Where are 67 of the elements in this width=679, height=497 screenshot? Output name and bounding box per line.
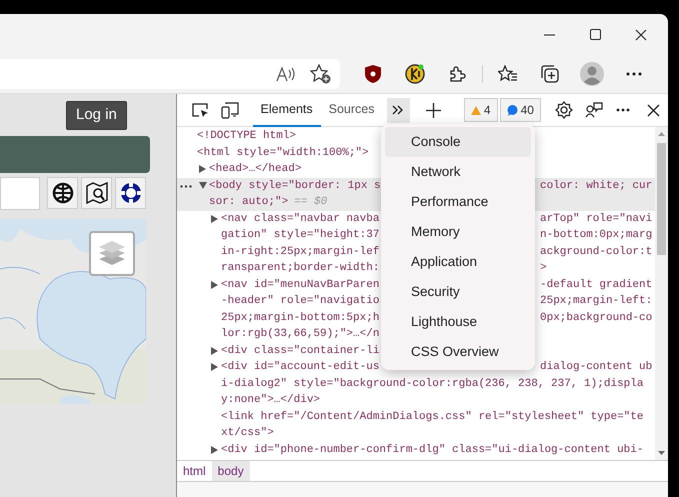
menu-item[interactable]: CSS Overview [385, 337, 531, 367]
selected-node-marker: == $0 [294, 195, 328, 210]
address-field[interactable] [0, 59, 340, 89]
map-search-button[interactable] [81, 177, 112, 209]
tab[interactable]: Elements [252, 94, 321, 126]
code-line: -header" role="navigatio [221, 294, 380, 309]
code-line: 25px;margin-left: [540, 294, 654, 309]
menu-item[interactable]: Performance [385, 187, 531, 217]
code-line: arTop" role="navi [540, 212, 654, 226]
warning-icon [470, 106, 481, 114]
dots-icon[interactable] [180, 184, 192, 188]
breadcrumb[interactable]: body [212, 461, 250, 481]
code-line: 0px;background-co [540, 310, 654, 326]
code-line: n-bottom:0px;marg [540, 228, 654, 243]
expanded-arrow-icon[interactable] [199, 182, 207, 190]
code-line: 25px;margin-bottom:5px;h [221, 310, 380, 326]
more-tabs-button[interactable] [386, 98, 410, 122]
code-line: xt/css"> [221, 426, 274, 441]
menu-item[interactable]: Application [385, 247, 531, 277]
code-line: <link href="/Content/AdminDialogs.css" rel="stylesheet" type="te [221, 410, 644, 424]
layers-icon [98, 240, 126, 266]
menu-item[interactable]: Security [385, 277, 531, 307]
code-line: <!DOCTYPE html> [197, 129, 296, 144]
code-line: in-right:25px;margin-lef [221, 244, 380, 260]
code-line: <body style="border: 1px s [209, 178, 381, 194]
code-line: color: white; cur [540, 178, 654, 194]
globe-button[interactable] [47, 177, 78, 209]
code-line: <div class="container-li [221, 344, 380, 358]
code-line: <head>…</head> [209, 162, 302, 177]
add-favorite-icon[interactable] [310, 64, 332, 84]
login-button[interactable]: Log in [66, 101, 127, 130]
code-line: ackground-color:t [540, 244, 654, 260]
maximize-icon [590, 29, 600, 40]
code-line: -default gradient [540, 278, 654, 292]
tab[interactable]: Sources [320, 94, 382, 126]
code-line: dialog-content ub [540, 360, 654, 375]
minimize-icon [544, 34, 554, 36]
message-icon [506, 104, 518, 116]
scrollbar-thumb[interactable] [657, 143, 666, 255]
code-line: <nav class="navbar navba [221, 212, 380, 226]
close-icon [635, 28, 647, 40]
code-line: i-dialog2" style="background-color:rgba(236, 238, 237, 1);displa [221, 376, 644, 392]
scrollbar[interactable] [655, 127, 668, 460]
code-line: lor:rgb(33,66,59);">…</n [221, 327, 380, 342]
code-line: <html style="width:100%;"> [197, 146, 369, 160]
double-chevron-icon [392, 105, 404, 115]
menu-item[interactable]: Lighthouse [385, 307, 531, 337]
collapsed-arrow-icon[interactable] [211, 214, 219, 223]
warnings-badge[interactable]: 4 [464, 98, 498, 122]
collapsed-arrow-icon[interactable] [211, 280, 219, 289]
messages-badge[interactable]: 40 [500, 98, 541, 122]
code-line: <nav id="menuNavBarParen [221, 278, 380, 292]
collapsed-arrow-icon[interactable] [211, 446, 219, 454]
breadcrumb[interactable]: html [177, 461, 212, 481]
code-line: <div id="phone-number-confirm-dlg" class="ui-dialog-content ubi- [221, 442, 644, 458]
code-line: <div id="account-edit-us [221, 360, 380, 375]
code-line: y:none">…</div> [221, 393, 320, 408]
menu-item[interactable]: Console [385, 127, 531, 157]
code-line: gation" style="height:37 [221, 228, 380, 243]
menu-item[interactable]: Network [385, 157, 531, 187]
code-line: ransparent;border-width: [221, 261, 380, 276]
collapsed-arrow-icon[interactable] [199, 165, 207, 174]
code-line: sor: auto;"> [209, 195, 288, 210]
menu-item[interactable]: Memory [385, 217, 531, 247]
search-field[interactable] [0, 176, 40, 210]
code-line: > [540, 261, 548, 276]
lifebuoy-button[interactable] [115, 177, 146, 209]
